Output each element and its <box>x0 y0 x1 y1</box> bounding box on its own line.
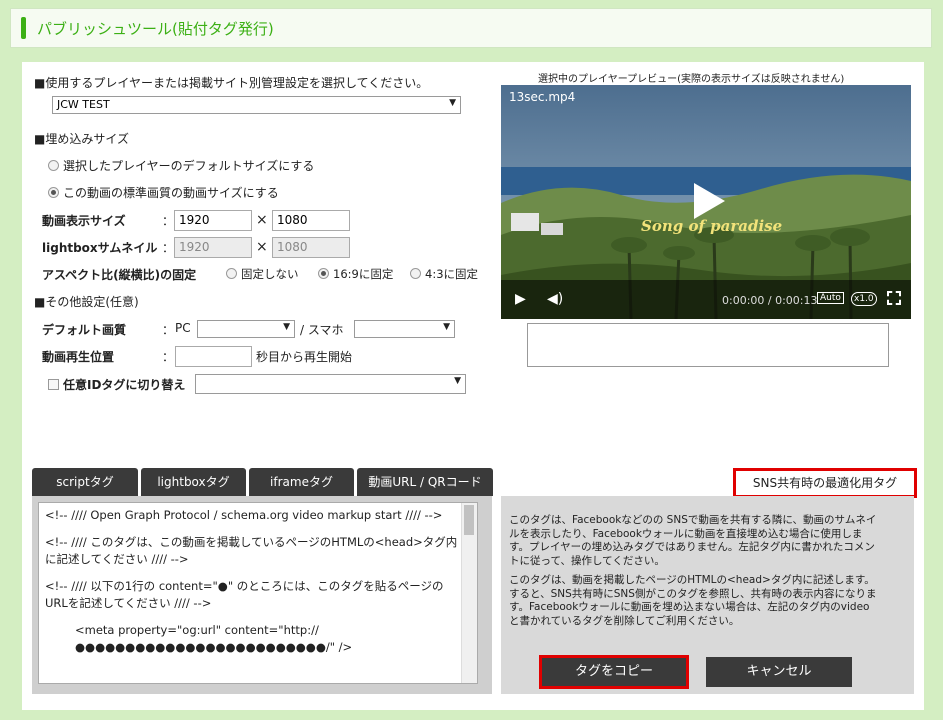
video-filename: 13sec.mp4 <box>509 90 576 104</box>
times-sign: × <box>256 212 268 228</box>
tab-video-url-qr[interactable]: 動画URL / QRコード <box>357 468 493 496</box>
radio-default-size[interactable] <box>48 160 59 171</box>
radio-aspect-169[interactable] <box>318 268 329 279</box>
page-header: パブリッシュツール(貼付タグ発行) <box>10 8 932 48</box>
start-position-label: 動画再生位置 <box>42 350 115 364</box>
description-paragraph-2: このタグは、動画を掲載したページのHTMLの<head>タグ内に記述します。する… <box>509 574 877 627</box>
scrollbar-thumb[interactable] <box>464 505 474 535</box>
tab-lightbox[interactable]: lightboxタグ <box>141 468 246 496</box>
option-standard-size[interactable]: この動画の標準画質の動画サイズにする <box>48 184 279 201</box>
chevron-down-icon: ▼ <box>443 322 450 332</box>
header-accent-bar <box>21 17 26 39</box>
volume-icon[interactable]: ◀) <box>547 291 563 307</box>
embed-size-heading: ■埋め込みサイズ <box>34 132 129 146</box>
player-select[interactable]: JCW TEST ▼ <box>52 96 461 114</box>
aspect-option-169[interactable]: 16:9に固定 <box>318 266 393 282</box>
aspect-label: アスペクト比(縦横比)の固定 <box>42 268 197 282</box>
other-settings-heading: ■その他設定(任意) <box>34 295 139 309</box>
option-default-size-label: 選択したプレイヤーのデフォルトサイズにする <box>63 159 315 173</box>
smartphone-quality-select[interactable]: ▼ <box>354 320 455 338</box>
playback-speed-icon[interactable]: x1.0 <box>851 292 877 306</box>
code-line: <!-- //// Open Graph Protocol / schema.o… <box>45 508 443 522</box>
times-sign: × <box>256 239 268 255</box>
default-quality-label: デフォルト画質 <box>42 323 127 337</box>
option-default-size[interactable]: 選択したプレイヤーのデフォルトサイズにする <box>48 157 314 174</box>
code-line: <!-- //// このタグは、この動画を掲載しているページのHTMLの<hea… <box>45 535 458 566</box>
preview-caption: 選択中のプレイヤープレビュー(実際の表示サイズは反映されません) <box>538 74 845 85</box>
aspect-option-label: 16:9に固定 <box>333 267 394 281</box>
colon: ： <box>162 214 175 228</box>
tab-iframe[interactable]: iframeタグ <box>249 468 354 496</box>
radio-standard-size[interactable] <box>48 187 59 198</box>
page-title: パブリッシュツール(貼付タグ発行) <box>37 20 274 38</box>
lightbox-height-input: 1080 <box>272 237 350 258</box>
code-textarea[interactable]: <!-- //// Open Graph Protocol / schema.o… <box>38 502 478 684</box>
video-overlay-title: Song of paradise <box>641 217 783 235</box>
custom-id-label: 任意IDタグに切り替え <box>63 378 186 392</box>
tab-script[interactable]: scriptタグ <box>32 468 138 496</box>
colon: ： <box>162 241 175 255</box>
pc-label: PC <box>175 321 191 335</box>
video-thumbnail <box>501 85 911 319</box>
option-standard-size-label: この動画の標準画質の動画サイズにする <box>63 186 279 200</box>
chevron-down-icon: ▼ <box>449 98 456 108</box>
custom-id-checkbox[interactable] <box>48 379 59 390</box>
video-player[interactable]: 13sec.mp4 Song of paradise ▶ ◀) 0:00:00 … <box>501 85 911 319</box>
fullscreen-icon[interactable] <box>887 291 901 305</box>
smartphone-label: / スマホ <box>300 323 344 337</box>
player-select-heading: ■使用するプレイヤーまたは掲載サイト別管理設定を選択してください。 <box>34 76 429 90</box>
custom-id-toggle[interactable]: 任意IDタグに切り替え <box>48 376 185 393</box>
aspect-option-label: 固定しない <box>241 267 299 281</box>
aspect-option-label: 4:3に固定 <box>425 267 479 281</box>
code-scrollbar[interactable] <box>461 503 477 683</box>
quality-auto-icon[interactable]: Auto <box>817 292 844 304</box>
chevron-down-icon: ▼ <box>454 376 461 386</box>
start-position-suffix: 秒目から再生開始 <box>256 350 353 364</box>
chevron-down-icon: ▼ <box>283 322 290 332</box>
code-line: <!-- //// 以下の1行の content="●" のところには、このタグ… <box>45 579 444 610</box>
video-size-label: 動画表示サイズ <box>42 214 126 228</box>
player-select-value: JCW TEST <box>57 98 110 111</box>
copy-tag-button[interactable]: タグをコピー <box>539 655 689 689</box>
video-height-input[interactable]: 1080 <box>272 210 350 231</box>
code-panel: <!-- //// Open Graph Protocol / schema.o… <box>32 496 492 694</box>
radio-aspect-43[interactable] <box>410 268 421 279</box>
colon: ： <box>162 350 175 364</box>
cancel-button[interactable]: キャンセル <box>706 657 852 687</box>
description-paragraph-1: このタグは、Facebookなどのの SNSで動画を共有する隣に、動画のサムネイ… <box>509 514 877 567</box>
pc-quality-select[interactable]: ▼ <box>197 320 295 338</box>
custom-id-select[interactable]: ▼ <box>195 374 466 394</box>
video-width-input[interactable]: 1920 <box>174 210 252 231</box>
aspect-option-43[interactable]: 4:3に固定 <box>410 266 478 282</box>
lightbox-label: lightboxサムネイル <box>42 241 158 255</box>
aspect-option-free[interactable]: 固定しない <box>226 266 299 282</box>
start-position-input[interactable] <box>175 346 252 367</box>
tab-sns-optimization[interactable]: SNS共有時の最適化用タグ <box>733 468 917 498</box>
preview-caption-box <box>527 323 889 367</box>
colon: ： <box>162 323 175 337</box>
play-icon[interactable]: ▶ <box>515 291 526 307</box>
lightbox-width-input: 1920 <box>174 237 252 258</box>
time-display: 0:00:00 / 0:00:13 <box>722 294 818 307</box>
radio-aspect-free[interactable] <box>226 268 237 279</box>
code-line: <meta property="og:url" content="http://… <box>75 623 353 654</box>
